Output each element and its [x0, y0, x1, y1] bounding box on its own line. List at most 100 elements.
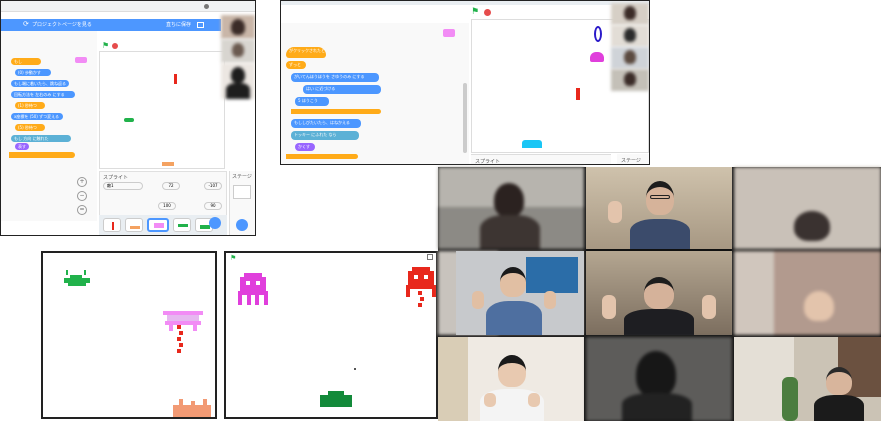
code-block[interactable]: がクリックされたとき	[286, 47, 326, 58]
browser-bar	[281, 1, 649, 5]
forever-block-bottom[interactable]	[9, 152, 75, 158]
folder-icon[interactable]	[197, 22, 204, 28]
sprite-label: スプライト	[475, 159, 501, 165]
sprite-tile-selected[interactable]	[147, 218, 169, 232]
scratch-editor-1: ⟳ プロジェクトページを見る 直ちに保存 もし (0) 歩動かす もし端に着いた…	[0, 0, 256, 236]
game-screen-left[interactable]	[41, 251, 217, 419]
sprite-magenta-octopus	[590, 52, 604, 62]
sprite-label: スプライト	[103, 175, 129, 181]
video-grid	[438, 167, 881, 421]
code-block[interactable]: ずっと	[286, 61, 306, 69]
code-block[interactable]: もし 方向 に触れた	[11, 135, 71, 142]
stop-icon[interactable]	[484, 9, 491, 16]
zoom-reset-icon[interactable]: =	[77, 205, 87, 215]
project-page-button[interactable]: プロジェクトページを見る	[32, 21, 92, 28]
zoom-out-icon[interactable]: −	[77, 191, 87, 201]
stage-label: ステージ	[621, 158, 641, 164]
participant-video	[734, 337, 881, 421]
green-flag-icon[interactable]: ⚑	[102, 41, 109, 50]
participant-video	[456, 251, 584, 335]
backdrop-thumb[interactable]	[233, 185, 251, 199]
code-block[interactable]: はい に近づける	[303, 85, 381, 94]
code-block[interactable]: 表す	[15, 143, 29, 150]
x-input[interactable]: 72	[162, 182, 180, 190]
if-block-bottom[interactable]	[291, 109, 381, 114]
participant-video	[438, 167, 584, 249]
add-backdrop-button[interactable]	[236, 219, 248, 231]
save-now-button[interactable]: 直ちに保存	[166, 21, 191, 28]
zoom-in-icon[interactable]: +	[77, 177, 87, 187]
video-thumb	[221, 39, 255, 63]
block-palette	[1, 31, 9, 221]
sprite-orange-base	[162, 162, 174, 166]
code-block[interactable]: (0) 歩動かす	[15, 69, 51, 76]
code-block[interactable]: もししびたいたら、はねかえる	[291, 119, 361, 128]
sprite-green-base	[320, 391, 352, 407]
sprite-info-panel: スプライト 敵1 72 -107 100 90	[99, 171, 227, 221]
code-block[interactable]: もし	[11, 58, 41, 65]
sprite-small-dot	[354, 368, 356, 370]
sprite-magenta-octopus	[238, 273, 268, 305]
code-block[interactable]: がいてんほうほうを さゆうのみ にする	[291, 73, 379, 82]
stage-label: ステージ	[232, 174, 252, 180]
code-block[interactable]: トッキー にふれた なら	[291, 131, 359, 140]
sprite-tile[interactable]	[125, 218, 143, 232]
stage-panel: ステージ	[229, 171, 255, 235]
stop-icon[interactable]	[112, 43, 118, 49]
participant-video	[438, 337, 584, 421]
sprite-red-bullet	[576, 88, 580, 100]
video-thumb	[221, 63, 255, 99]
sprite-name-input[interactable]: 敵1	[103, 182, 143, 190]
video-thumb	[221, 15, 255, 39]
add-sprite-button[interactable]	[209, 217, 221, 229]
sprite-thumbnail-pink	[443, 29, 455, 37]
green-flag-icon[interactable]: ⚑	[230, 254, 236, 262]
sprite-tile[interactable]	[103, 218, 121, 232]
y-input[interactable]: -107	[204, 182, 222, 190]
stage-panel: ステージ	[617, 154, 649, 164]
participant-video	[734, 251, 881, 335]
sprite-green-ship	[124, 118, 134, 122]
sprite-cyan-base	[522, 140, 542, 148]
forever-block-bottom[interactable]	[286, 154, 358, 159]
code-block[interactable]: かくす	[295, 143, 315, 151]
sprite-flower-blue	[594, 26, 602, 42]
participant-video	[734, 167, 881, 249]
browser-bar	[1, 1, 255, 12]
refresh-icon[interactable]: ⟳	[23, 20, 29, 28]
video-thumb	[611, 25, 649, 47]
code-area[interactable]: がクリックされたとき ずっと がいてんほうほうを さゆうのみ にする はい に近…	[281, 23, 469, 164]
scratch-editor-2: ⚑ がクリックされたとき ずっと がいてんほうほうを さゆうのみ にする はい …	[280, 0, 650, 165]
video-thumb	[611, 3, 649, 25]
sprite-green-ufo	[64, 270, 90, 286]
code-block[interactable]: 回転方法を 左右のみ にする	[11, 91, 75, 98]
direction-input[interactable]: 90	[204, 202, 222, 210]
video-thumb	[611, 47, 649, 69]
participant-video	[586, 251, 732, 335]
scrollbar[interactable]	[463, 83, 467, 153]
green-flag-icon[interactable]: ⚑	[471, 7, 479, 17]
game-screen-right[interactable]: ⚑	[224, 251, 438, 419]
code-block[interactable]: (1) 秒待つ	[15, 102, 45, 109]
sprite-red	[174, 74, 177, 84]
code-area[interactable]: もし (0) 歩動かす もし端に着いたら、跳ね返る 回転方法を 左右のみ にする…	[9, 31, 97, 221]
sprite-info-panel: スプライト	[471, 154, 611, 165]
sprite-list	[99, 215, 227, 235]
browser-close-dot[interactable]	[204, 4, 209, 9]
size-input[interactable]: 100	[158, 202, 176, 210]
code-block[interactable]: (5) 秒待つ	[15, 124, 45, 131]
sprite-tile[interactable]	[173, 218, 191, 232]
code-block[interactable]: 5 ほうこう	[295, 97, 329, 106]
code-block[interactable]: x座標を (50) ずつ変える	[11, 113, 63, 120]
participant-video	[586, 167, 732, 249]
participant-video	[586, 337, 732, 421]
video-thumb	[611, 69, 649, 91]
sprite-orange-base	[173, 399, 211, 417]
scratch-menu-bar: ⟳ プロジェクトページを見る 直ちに保存	[1, 19, 221, 31]
sprite-thumbnail-pink	[75, 57, 87, 63]
sprite-red-octopus	[406, 267, 436, 307]
close-icon[interactable]	[427, 254, 433, 260]
code-block[interactable]: もし端に着いたら、跳ね返る	[11, 80, 69, 87]
sprite-pink-robot	[163, 311, 203, 353]
stage-canvas[interactable]	[99, 51, 225, 169]
